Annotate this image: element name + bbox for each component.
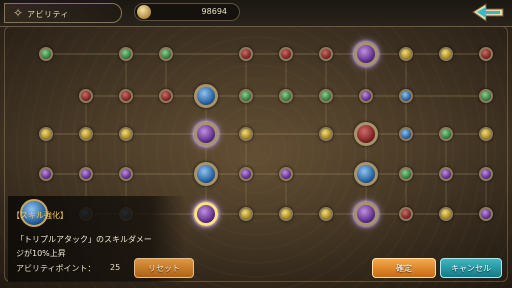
ability-node[interactable] xyxy=(399,207,413,221)
ability-node[interactable] xyxy=(354,122,378,146)
ability-node[interactable] xyxy=(479,47,493,61)
back-arrow-icon[interactable] xyxy=(470,2,506,23)
ability-node[interactable] xyxy=(159,89,173,103)
title-plate: ✧ アビリティ xyxy=(4,3,122,23)
ability-node[interactable] xyxy=(354,162,378,186)
sparkle-icon: ✧ xyxy=(13,6,24,20)
ability-node[interactable] xyxy=(79,127,93,141)
ability-node[interactable] xyxy=(279,47,293,61)
confirm-button[interactable]: 確定 xyxy=(372,258,436,278)
ability-node[interactable] xyxy=(279,167,293,181)
ability-node[interactable] xyxy=(319,207,333,221)
page-title: アビリティ xyxy=(27,10,70,19)
skill-description-line2: ジが10%上昇 xyxy=(16,249,66,258)
ability-node[interactable] xyxy=(239,89,253,103)
ability-node[interactable] xyxy=(194,162,218,186)
ability-node[interactable] xyxy=(39,47,53,61)
ability-node[interactable] xyxy=(354,42,378,66)
ability-points-label: アビリティポイント： xyxy=(16,264,96,273)
ability-node[interactable] xyxy=(439,47,453,61)
ability-node[interactable] xyxy=(39,167,53,181)
ability-node[interactable] xyxy=(239,47,253,61)
ability-node[interactable] xyxy=(399,167,413,181)
ability-points-value: 25 xyxy=(110,263,121,272)
ability-node[interactable] xyxy=(159,47,173,61)
ability-node[interactable] xyxy=(439,127,453,141)
ability-node[interactable] xyxy=(359,89,373,103)
ability-node[interactable] xyxy=(239,167,253,181)
ability-node[interactable] xyxy=(479,127,493,141)
ability-node[interactable] xyxy=(39,127,53,141)
ability-node[interactable] xyxy=(119,89,133,103)
coin-counter: 98694 xyxy=(134,3,240,21)
ability-node[interactable] xyxy=(79,89,93,103)
ability-node[interactable] xyxy=(399,89,413,103)
reset-button[interactable]: リセット xyxy=(134,258,194,278)
ability-node[interactable] xyxy=(239,127,253,141)
ability-node[interactable] xyxy=(439,167,453,181)
ability-node[interactable] xyxy=(319,89,333,103)
skill-description-line1: 「トリプルアタック」のスキルダメー xyxy=(16,235,152,244)
top-bar: ✧ アビリティ 98694 xyxy=(0,0,512,27)
ability-node[interactable] xyxy=(399,127,413,141)
ability-node[interactable] xyxy=(79,167,93,181)
skill-category: 【スキル強化】 xyxy=(12,211,68,220)
ability-node[interactable] xyxy=(479,207,493,221)
ability-node[interactable] xyxy=(399,47,413,61)
cancel-button[interactable]: キャンセル xyxy=(440,258,502,278)
coin-amount: 98694 xyxy=(201,7,227,16)
ability-node[interactable] xyxy=(119,167,133,181)
ability-node[interactable] xyxy=(119,127,133,141)
coin-icon xyxy=(137,5,151,19)
ability-node[interactable] xyxy=(439,207,453,221)
ability-node[interactable] xyxy=(194,84,218,108)
ability-node[interactable] xyxy=(479,89,493,103)
ability-node[interactable] xyxy=(479,167,493,181)
ability-node[interactable] xyxy=(194,202,218,226)
ability-node[interactable] xyxy=(239,207,253,221)
ability-node[interactable] xyxy=(119,47,133,61)
ability-node[interactable] xyxy=(319,127,333,141)
ability-node[interactable] xyxy=(354,202,378,226)
ability-node[interactable] xyxy=(279,89,293,103)
ability-node[interactable] xyxy=(319,47,333,61)
ability-node[interactable] xyxy=(194,122,218,146)
ability-node[interactable] xyxy=(279,207,293,221)
